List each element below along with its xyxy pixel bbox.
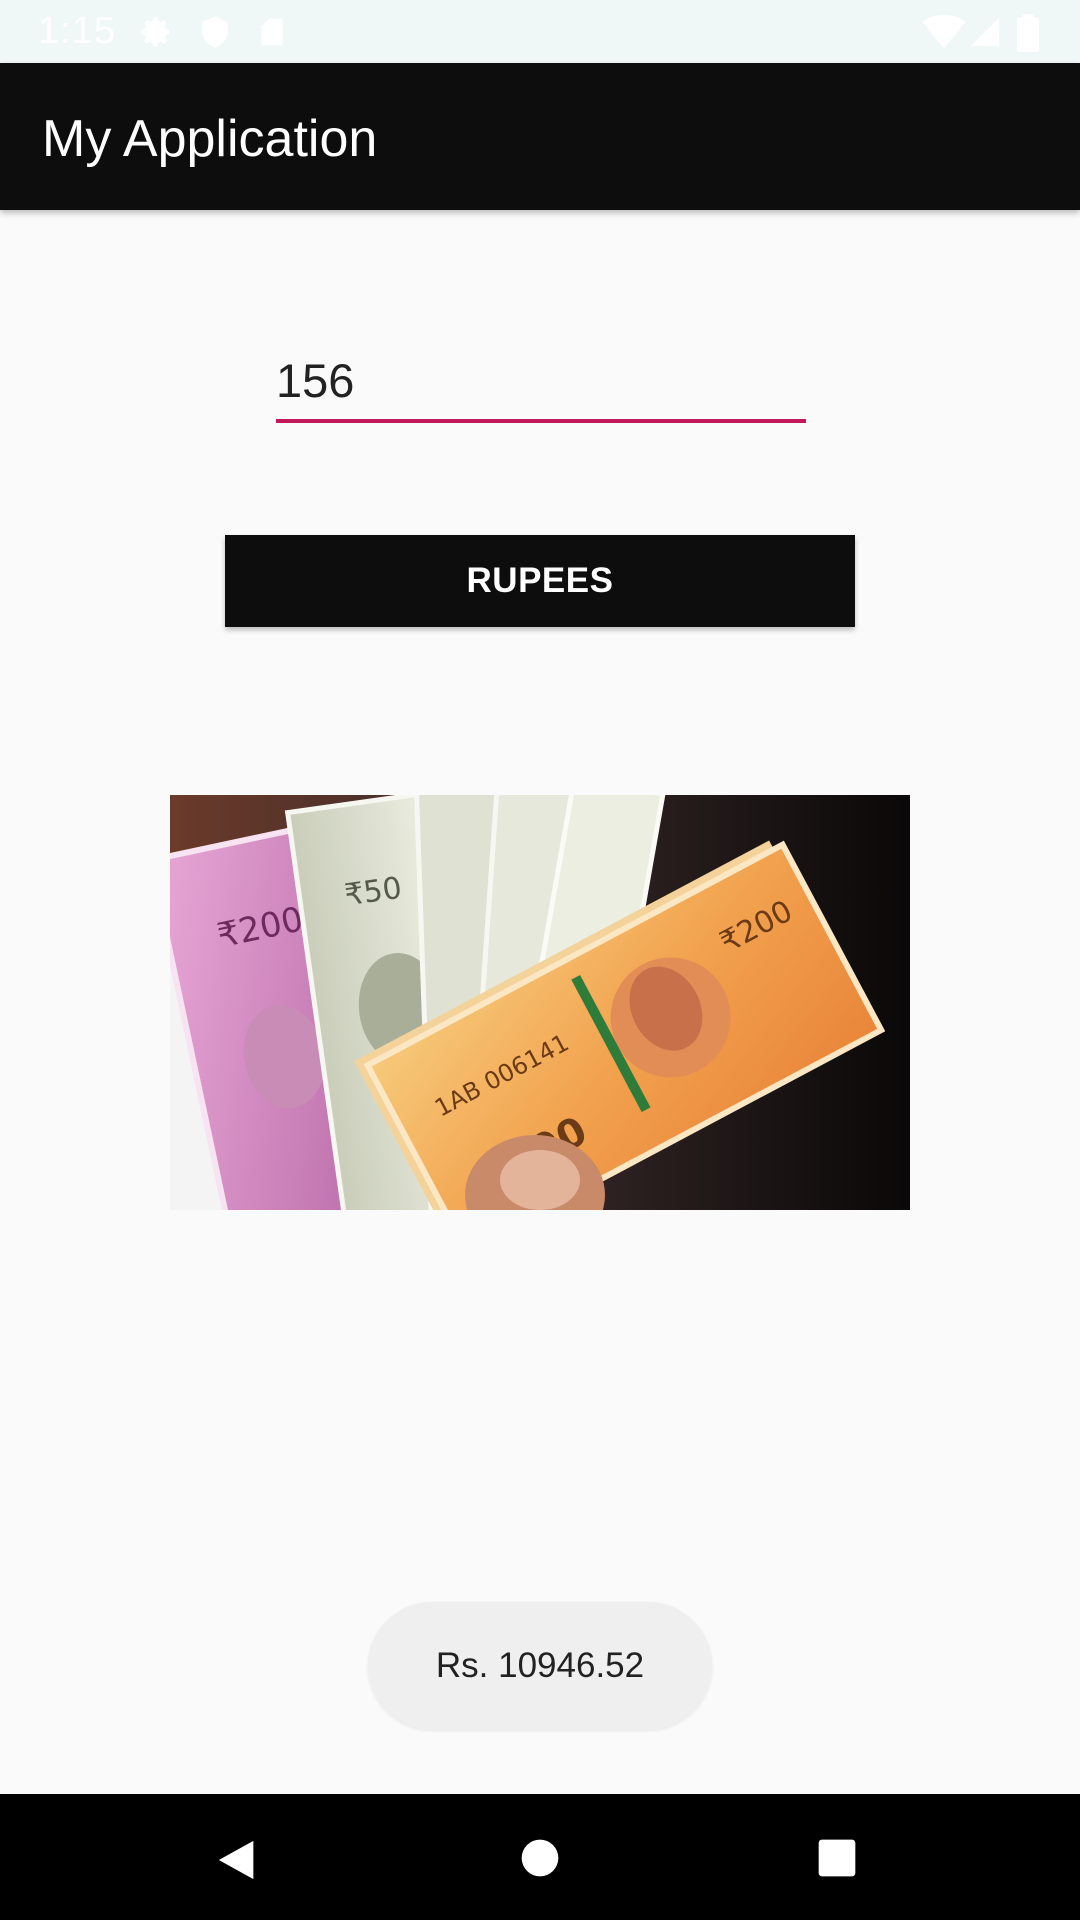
sd-card-icon [256,14,288,55]
status-time: 1:15 [38,10,116,52]
home-icon[interactable] [520,1838,560,1883]
amount-input-value[interactable]: 156 [276,345,354,417]
status-bar: 1:15 [0,0,1080,63]
navigation-bar [0,1794,1080,1920]
back-icon[interactable] [215,1836,261,1889]
amount-input[interactable]: 156 [276,345,806,423]
result-toast: Rs. 10946.52 [368,1602,712,1730]
app-bar: My Application [0,63,1080,210]
shield-icon [198,14,232,55]
recents-icon[interactable] [817,1838,857,1883]
wifi-icon [922,14,966,55]
settings-icon [138,14,174,55]
battery-icon [1016,14,1040,57]
app-title: My Application [42,110,378,168]
rupees-button[interactable]: RUPEES [225,535,855,627]
amount-input-underline [276,419,806,423]
rupee-notes-image: ₹200 ₹50 ₹200 1AB 006141 ₹200 [170,795,910,1210]
signal-icon [968,14,1002,55]
